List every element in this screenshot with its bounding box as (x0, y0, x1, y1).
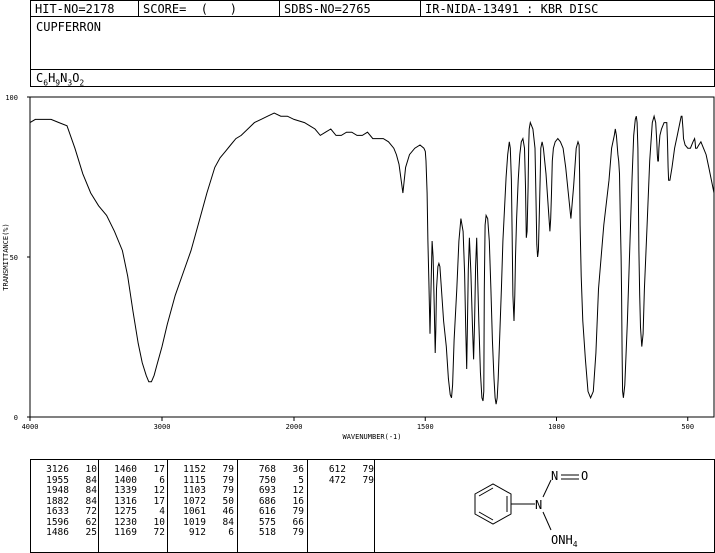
peak-transmittance: 17 (153, 464, 165, 475)
peak-transmittance: 6 (228, 527, 234, 538)
benzene-ring (474, 474, 579, 531)
peak-wavenumber: 1275 (114, 506, 137, 517)
peak-column-3: 1152 79 1115 79 1103 79 1072 50 1061 46 1019 84 912 6 (168, 460, 238, 552)
peak-column-1: 3126 10 1955 84 1948 84 1882 84 1633 72 1596 62 1486… (31, 460, 99, 552)
peak-transmittance: 79 (222, 464, 234, 475)
peak-row: 612 79 (316, 464, 374, 476)
spectrum-line (29, 112, 715, 405)
y-tick-label: 0 (14, 414, 18, 422)
peak-transmittance: 12 (292, 485, 304, 496)
peak-wavenumber: 912 (188, 527, 206, 538)
peak-row: 1103 79 (176, 485, 234, 497)
peak-transmittance: 84 (85, 485, 97, 496)
peak-transmittance: 25 (85, 527, 97, 538)
peak-transmittance: 79 (292, 527, 304, 538)
bond-n-o-lower (542, 511, 552, 531)
peak-wavenumber: 1948 (46, 485, 69, 496)
peak-transmittance: 4 (159, 506, 165, 517)
peak-row: 912 6 (176, 527, 234, 539)
peak-wavenumber: 1152 (183, 464, 206, 475)
x-axis-label: WAVENUMBER(-1) (342, 433, 401, 441)
peak-transmittance: 79 (292, 506, 304, 517)
x-tick-label: 1000 (548, 423, 565, 431)
peak-wavenumber: 1339 (114, 485, 137, 496)
peak-wavenumber: 1633 (46, 506, 69, 517)
peak-row: 1633 72 (39, 506, 97, 518)
peak-row: 1169 72 (107, 527, 165, 539)
structure-diagram: N O N ONH4 (474, 469, 588, 549)
x-tick-label: 500 (681, 423, 694, 431)
peak-wavenumber: 518 (258, 527, 276, 538)
peak-wavenumber: 693 (258, 485, 276, 496)
y-tick-label: 100 (5, 94, 18, 102)
x-axis-ticks: 4000 3000 2000 1500 1000 500 (22, 417, 694, 431)
ir-spectrum-chart: 4000 3000 2000 1500 1000 500 100500 WAVENUMBE… (2, 94, 715, 441)
x-tick-label: 1500 (417, 423, 434, 431)
peak-transmittance: 10 (85, 464, 97, 475)
peak-row: 1275 4 (107, 506, 165, 518)
peak-wavenumber: 1460 (114, 464, 137, 475)
peak-row: 768 36 (246, 464, 304, 476)
plot-frame (29, 96, 715, 418)
peak-row: 1486 25 (39, 527, 97, 539)
peak-table: 3126 10 1955 84 1948 84 1882 84 1633 72 1596 62 1486… (30, 459, 715, 553)
y-axis-label: TRANSMITTANCE(%) (2, 223, 10, 290)
peak-column-4: 768 36 750 5 693 12 686 16 616 79 575 66 518 79 (238, 460, 308, 552)
peak-row: 1339 12 (107, 485, 165, 497)
peak-row: 1948 84 (39, 485, 97, 497)
peak-wavenumber: 1169 (114, 527, 137, 538)
peak-wavenumber: 616 (258, 506, 276, 517)
peak-transmittance: 72 (85, 506, 97, 517)
y-tick-label: 50 (10, 254, 18, 262)
peak-transmittance: 79 (362, 474, 374, 486)
peak-transmittance: 36 (292, 464, 304, 475)
peak-column-2: 1460 17 1400 6 1339 12 1316 17 1275 4 1230 10 1169 72 (99, 460, 168, 552)
peak-wavenumber: 1061 (183, 506, 206, 517)
x-tick-label: 3000 (154, 423, 171, 431)
peak-row: 616 79 (246, 506, 304, 518)
peak-wavenumber: 768 (258, 464, 276, 475)
peak-row: 472 79 (316, 474, 374, 487)
onh4-label: ONH4 (551, 533, 578, 549)
bond-n-n (542, 479, 552, 498)
peak-transmittance: 72 (153, 527, 165, 538)
peak-wavenumber: 1486 (46, 527, 69, 538)
peak-transmittance: 79 (222, 485, 234, 496)
x-tick-label: 4000 (22, 423, 39, 431)
nitroso-n-label: N (551, 469, 558, 483)
peak-wavenumber: 1103 (183, 485, 206, 496)
peak-transmittance: 46 (222, 506, 234, 517)
peak-row: 1061 46 (176, 506, 234, 518)
peak-row: 1152 79 (176, 464, 234, 476)
peak-wavenumber: 3126 (46, 464, 69, 475)
amine-n-label: N (535, 498, 542, 512)
x-tick-label: 2000 (286, 423, 303, 431)
peak-transmittance: 12 (153, 485, 165, 496)
peak-row: 518 79 (246, 527, 304, 539)
peak-wavenumber: 472 (328, 474, 346, 486)
peak-wavenumber: 612 (328, 464, 346, 475)
peak-row: 1460 17 (107, 464, 165, 476)
nitroso-o-label: O (581, 469, 588, 483)
peak-column-5: 612 79 472 79 (308, 460, 375, 552)
peak-row: 3126 10 (39, 464, 97, 476)
peak-row: 693 12 (246, 485, 304, 497)
peak-transmittance: 79 (362, 464, 374, 475)
